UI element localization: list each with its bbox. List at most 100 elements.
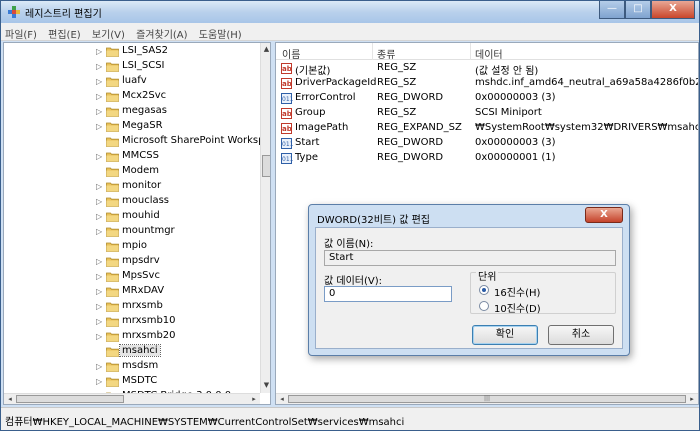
tree-item[interactable]: ▷ mrxsmb20 xyxy=(4,329,258,344)
tree-item[interactable]: ▷ mountmgr xyxy=(4,224,258,239)
folder-icon xyxy=(106,362,119,372)
list-horizontal-scrollbar[interactable]: ◂ ||| ▸ xyxy=(276,393,698,404)
scroll-left-arrow-icon[interactable]: ◂ xyxy=(5,394,15,404)
value-name: Start xyxy=(295,137,320,148)
expand-arrow-icon[interactable]: ▷ xyxy=(96,332,104,341)
cancel-button[interactable]: 취소 xyxy=(548,325,614,345)
tree-item[interactable]: Modem xyxy=(4,164,258,179)
expand-arrow-icon[interactable]: ▷ xyxy=(96,377,104,386)
minimize-button[interactable]: — xyxy=(599,1,625,19)
column-divider[interactable] xyxy=(470,43,471,60)
ok-button[interactable]: 확인 xyxy=(472,325,538,345)
tree-item[interactable]: ▷ mrxsmb xyxy=(4,299,258,314)
tree-item[interactable]: ▷ LSI_SCSI xyxy=(4,59,258,74)
tree-item[interactable]: mpio xyxy=(4,239,258,254)
list-item[interactable]: ab DriverPackageId REG_SZ mshdc.inf_amd64_n… xyxy=(276,76,698,91)
menu-help[interactable]: 도움말(H) xyxy=(195,23,246,41)
expand-arrow-icon[interactable]: ▷ xyxy=(96,197,104,206)
expand-arrow-icon[interactable]: ▷ xyxy=(96,182,104,191)
value-data-input[interactable]: 0 xyxy=(324,286,452,302)
tree-item-label: MSDTC xyxy=(122,375,158,386)
expand-arrow-icon[interactable]: ▷ xyxy=(96,227,104,236)
value-type: REG_SZ xyxy=(377,62,417,73)
tree-horizontal-scroll-thumb[interactable] xyxy=(16,395,124,403)
tree-item-label: mrxsmb xyxy=(122,300,163,311)
tree-item[interactable]: ▷ MegaSR xyxy=(4,119,258,134)
expand-arrow-icon[interactable]: ▷ xyxy=(96,92,104,101)
tree-item[interactable]: ▷ mouclass xyxy=(4,194,258,209)
scroll-left-arrow-icon[interactable]: ◂ xyxy=(277,394,287,404)
dialog-title: DWORD(32비트) 값 편집 xyxy=(317,215,430,226)
expand-arrow-icon[interactable]: ▷ xyxy=(96,62,104,71)
list-item[interactable]: ab Group REG_SZ SCSI Miniport xyxy=(276,106,698,121)
scroll-right-arrow-icon[interactable]: ▸ xyxy=(249,394,259,404)
tree-item[interactable]: Microsoft SharePoint Workspace xyxy=(4,134,270,149)
folder-icon xyxy=(106,317,119,327)
scroll-up-arrow-icon[interactable]: ▲ xyxy=(262,45,270,55)
tree-item[interactable]: ▷ MRxDAV xyxy=(4,284,258,299)
tree-item[interactable]: ▷ LSI_SAS2 xyxy=(4,44,258,59)
expand-arrow-icon[interactable]: ▷ xyxy=(96,77,104,86)
list-item[interactable]: 011 Type REG_DWORD 0x00000001 (1) xyxy=(276,151,698,166)
list-item[interactable]: 011 ErrorControl REG_DWORD 0x00000003 (3) xyxy=(276,91,698,106)
column-divider[interactable] xyxy=(372,43,373,60)
tree-item[interactable]: ▷ MMCSS xyxy=(4,149,258,164)
tree-item-label: luafv xyxy=(122,75,147,86)
tree-item[interactable]: ▷ mouhid xyxy=(4,209,258,224)
column-header-name[interactable]: 이름 xyxy=(282,46,300,61)
list-item[interactable]: 011 Start REG_DWORD 0x00000003 (3) xyxy=(276,136,698,151)
menu-view[interactable]: 보기(V) xyxy=(88,23,129,41)
tree-item[interactable]: msahci xyxy=(4,344,258,359)
column-header-type[interactable]: 종류 xyxy=(377,46,395,61)
list-item[interactable]: ab (기본값) REG_SZ (값 설정 안 됨) xyxy=(276,61,698,77)
key-tree-pane[interactable]: ▷ LSI_SAS2 ▷ LSI_SCSI ▷ luafv ▷ Mcx2Svc ▷ megasas… xyxy=(3,42,271,405)
expand-arrow-icon[interactable]: ▷ xyxy=(96,257,104,266)
expand-arrow-icon[interactable]: ▷ xyxy=(96,302,104,311)
menu-edit[interactable]: 편집(E) xyxy=(44,23,85,41)
tree-horizontal-scrollbar[interactable]: ◂ ▸ xyxy=(4,393,260,404)
tree-item-label: msahci xyxy=(119,344,161,357)
hex-radio-label[interactable]: 16진수(H) xyxy=(494,284,540,299)
scroll-right-arrow-icon[interactable]: ▸ xyxy=(687,394,697,404)
value-data: 0x00000001 (1) xyxy=(475,152,556,163)
expand-arrow-icon[interactable]: ▷ xyxy=(96,212,104,221)
tree-item[interactable]: ▷ MSDTC xyxy=(4,374,258,389)
tree-item[interactable]: ▷ megasas xyxy=(4,104,258,119)
folder-icon xyxy=(106,272,119,282)
tree-item[interactable]: ▷MSDTC Bridge 4.0.0.0 xyxy=(4,404,258,405)
string-value-icon: ab xyxy=(281,63,292,74)
title-bar[interactable]: 레지스트리 편집기 — □ X xyxy=(1,1,699,23)
value-name-label: 값 이름(N): xyxy=(324,239,374,250)
folder-icon xyxy=(106,152,119,162)
tree-item[interactable]: ▷ Mcx2Svc xyxy=(4,89,258,104)
dialog-close-button[interactable]: X xyxy=(585,207,623,223)
expand-arrow-icon[interactable]: ▷ xyxy=(96,287,104,296)
decimal-radio-label[interactable]: 10진수(D) xyxy=(494,300,541,315)
column-header-data[interactable]: 데이터 xyxy=(475,46,503,61)
menu-favorites[interactable]: 즐겨찾기(A) xyxy=(132,23,191,41)
expand-arrow-icon[interactable]: ▷ xyxy=(96,272,104,281)
close-button[interactable]: X xyxy=(651,1,695,19)
tree-item[interactable]: ▷ mrxsmb10 xyxy=(4,314,258,329)
expand-arrow-icon[interactable]: ▷ xyxy=(96,362,104,371)
menu-file[interactable]: 파일(F) xyxy=(1,23,41,41)
scroll-down-arrow-icon[interactable]: ▼ xyxy=(262,381,270,391)
list-horizontal-scroll-thumb[interactable]: ||| xyxy=(288,395,686,403)
tree-item-label: MMCSS xyxy=(122,150,159,161)
expand-arrow-icon[interactable]: ▷ xyxy=(96,152,104,161)
tree-vertical-scrollbar[interactable]: ▲ ▼ xyxy=(260,43,270,393)
tree-vertical-scroll-thumb[interactable] xyxy=(262,155,270,177)
expand-arrow-icon[interactable]: ▷ xyxy=(96,47,104,56)
tree-item[interactable]: ▷ msdsm xyxy=(4,359,258,374)
tree-item[interactable]: ▷ luafv xyxy=(4,74,258,89)
tree-item[interactable]: ▷ MpsSvc xyxy=(4,269,258,284)
tree-item[interactable]: ▷ monitor xyxy=(4,179,258,194)
hex-radio[interactable] xyxy=(479,285,489,295)
expand-arrow-icon[interactable]: ▷ xyxy=(96,107,104,116)
maximize-button[interactable]: □ xyxy=(625,1,651,19)
list-item[interactable]: ab ImagePath REG_EXPAND_SZ ₩SystemRoot₩syst… xyxy=(276,121,698,136)
tree-item[interactable]: ▷ mpsdrv xyxy=(4,254,258,269)
expand-arrow-icon[interactable]: ▷ xyxy=(96,317,104,326)
expand-arrow-icon[interactable]: ▷ xyxy=(96,122,104,131)
decimal-radio[interactable] xyxy=(479,301,489,311)
